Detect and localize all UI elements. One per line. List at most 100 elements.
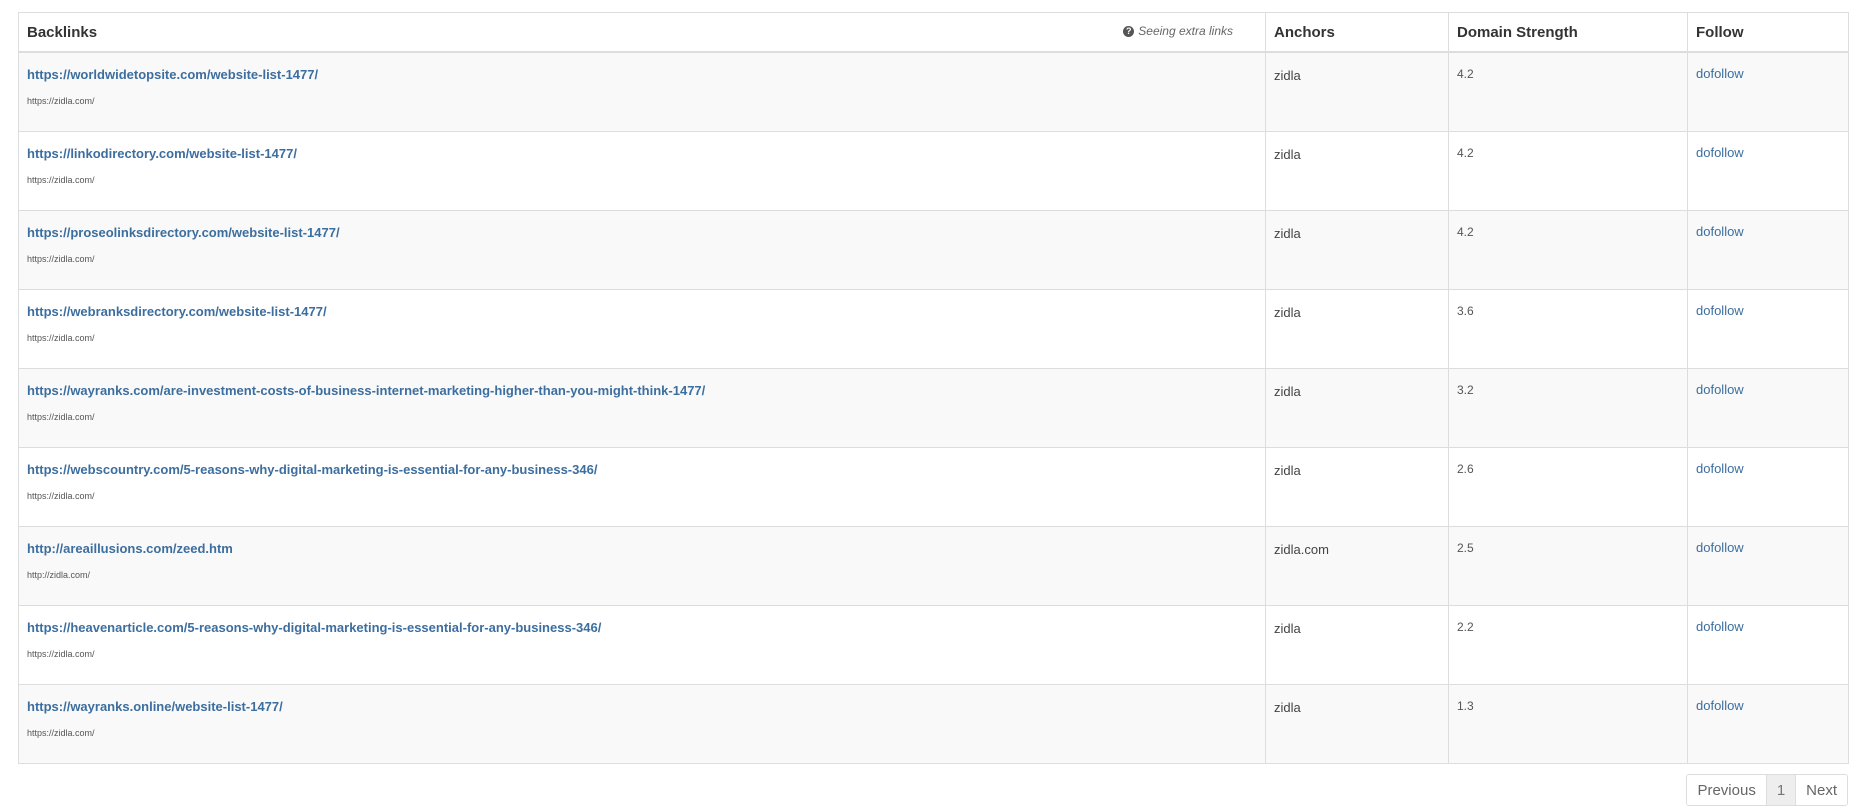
backlink-url[interactable]: http://areaillusions.com/zeed.htm [27, 541, 1257, 556]
header-domain-strength: Domain Strength [1448, 12, 1688, 53]
follow-link[interactable]: dofollow [1696, 145, 1840, 160]
question-circle-icon: ? [1123, 25, 1135, 37]
domain-strength-value: 3.2 [1457, 383, 1474, 397]
table-row: https://wayranks.com/are-investment-cost… [18, 368, 1849, 448]
backlink-cell: https://linkodirectory.com/website-list-… [18, 131, 1266, 211]
follow-link[interactable]: dofollow [1696, 461, 1840, 476]
anchor-text: zidla.com [1274, 542, 1329, 557]
anchor-cell: zidla [1265, 210, 1449, 290]
follow-cell: dofollow [1687, 526, 1849, 606]
backlink-url[interactable]: https://worldwidetopsite.com/website-lis… [27, 67, 1257, 82]
follow-link[interactable]: dofollow [1696, 619, 1840, 634]
anchor-cell: zidla [1265, 289, 1449, 369]
backlink-cell: https://webranksdirectory.com/website-li… [18, 289, 1266, 369]
header-backlinks-label: Backlinks [27, 23, 98, 41]
anchor-text: zidla [1274, 700, 1301, 715]
strength-cell: 2.2 [1448, 605, 1688, 685]
seeing-extra-links[interactable]: ? Seeing extra links [1123, 24, 1233, 38]
table-row: https://heavenarticle.com/5-reasons-why-… [18, 605, 1849, 685]
previous-button[interactable]: Previous [1687, 775, 1766, 805]
anchor-text: zidla [1274, 305, 1301, 320]
domain-strength-value: 2.5 [1457, 541, 1474, 555]
backlink-cell: https://webscountry.com/5-reasons-why-di… [18, 447, 1266, 527]
table-row: https://webscountry.com/5-reasons-why-di… [18, 447, 1849, 527]
header-follow: Follow [1687, 12, 1849, 53]
backlink-url[interactable]: https://heavenarticle.com/5-reasons-why-… [27, 620, 1257, 635]
backlink-cell: https://worldwidetopsite.com/website-lis… [18, 51, 1266, 132]
strength-cell: 3.2 [1448, 368, 1688, 448]
backlink-url[interactable]: https://wayranks.online/website-list-147… [27, 699, 1257, 714]
strength-cell: 4.2 [1448, 131, 1688, 211]
backlink-target: https://zidla.com/ [27, 254, 95, 264]
follow-cell: dofollow [1687, 684, 1849, 764]
backlink-target: https://zidla.com/ [27, 175, 95, 185]
backlink-target: http://zidla.com/ [27, 570, 91, 580]
anchor-cell: zidla [1265, 131, 1449, 211]
anchor-cell: zidla [1265, 605, 1449, 685]
anchor-text: zidla [1274, 68, 1301, 83]
strength-cell: 4.2 [1448, 51, 1688, 132]
table-row: https://wayranks.online/website-list-147… [18, 684, 1849, 764]
pagination: Previous 1 Next [1686, 774, 1848, 806]
backlink-cell: https://proseolinksdirectory.com/website… [18, 210, 1266, 290]
page-1-button[interactable]: 1 [1765, 775, 1796, 805]
table-row: https://worldwidetopsite.com/website-lis… [18, 51, 1849, 132]
strength-cell: 4.2 [1448, 210, 1688, 290]
backlink-target: https://zidla.com/ [27, 333, 95, 343]
anchor-text: zidla [1274, 463, 1301, 478]
backlink-target: https://zidla.com/ [27, 96, 95, 106]
follow-link[interactable]: dofollow [1696, 66, 1840, 81]
anchor-text: zidla [1274, 226, 1301, 241]
follow-cell: dofollow [1687, 289, 1849, 369]
anchor-cell: zidla.com [1265, 526, 1449, 606]
backlinks-panel: Backlinks ? Seeing extra links Anchors D… [18, 12, 1849, 806]
anchor-text: zidla [1274, 384, 1301, 399]
backlink-target: https://zidla.com/ [27, 412, 95, 422]
domain-strength-value: 4.2 [1457, 225, 1474, 239]
backlink-target: https://zidla.com/ [27, 491, 95, 501]
table-header-row: Backlinks ? Seeing extra links Anchors D… [18, 12, 1849, 53]
backlink-url[interactable]: https://linkodirectory.com/website-list-… [27, 146, 1257, 161]
follow-link[interactable]: dofollow [1696, 540, 1840, 555]
domain-strength-value: 2.6 [1457, 462, 1474, 476]
domain-strength-value: 4.2 [1457, 146, 1474, 160]
table-row: https://webranksdirectory.com/website-li… [18, 289, 1849, 369]
follow-cell: dofollow [1687, 131, 1849, 211]
follow-cell: dofollow [1687, 368, 1849, 448]
table-row: https://proseolinksdirectory.com/website… [18, 210, 1849, 290]
anchor-text: zidla [1274, 147, 1301, 162]
follow-link[interactable]: dofollow [1696, 224, 1840, 239]
backlink-cell: https://heavenarticle.com/5-reasons-why-… [18, 605, 1266, 685]
strength-cell: 1.3 [1448, 684, 1688, 764]
anchor-text: zidla [1274, 621, 1301, 636]
backlink-target: https://zidla.com/ [27, 649, 95, 659]
table-row: http://areaillusions.com/zeed.htm http:/… [18, 526, 1849, 606]
domain-strength-value: 2.2 [1457, 620, 1474, 634]
follow-cell: dofollow [1687, 51, 1849, 132]
backlink-url[interactable]: https://wayranks.com/are-investment-cost… [27, 383, 1257, 398]
anchor-cell: zidla [1265, 368, 1449, 448]
backlink-target: https://zidla.com/ [27, 728, 95, 738]
follow-cell: dofollow [1687, 447, 1849, 527]
backlink-cell: https://wayranks.com/are-investment-cost… [18, 368, 1266, 448]
backlink-url[interactable]: https://webscountry.com/5-reasons-why-di… [27, 462, 1257, 477]
follow-link[interactable]: dofollow [1696, 698, 1840, 713]
domain-strength-value: 4.2 [1457, 67, 1474, 81]
backlink-cell: http://areaillusions.com/zeed.htm http:/… [18, 526, 1266, 606]
header-anchors: Anchors [1265, 12, 1449, 53]
follow-cell: dofollow [1687, 605, 1849, 685]
seeing-extra-links-label: Seeing extra links [1138, 24, 1233, 38]
anchor-cell: zidla [1265, 51, 1449, 132]
anchor-cell: zidla [1265, 447, 1449, 527]
backlinks-table: Backlinks ? Seeing extra links Anchors D… [18, 12, 1849, 764]
backlink-url[interactable]: https://webranksdirectory.com/website-li… [27, 304, 1257, 319]
header-backlinks: Backlinks ? Seeing extra links [18, 12, 1266, 53]
next-button[interactable]: Next [1795, 775, 1847, 805]
follow-link[interactable]: dofollow [1696, 382, 1840, 397]
backlink-url[interactable]: https://proseolinksdirectory.com/website… [27, 225, 1257, 240]
domain-strength-value: 1.3 [1457, 699, 1474, 713]
backlink-cell: https://wayranks.online/website-list-147… [18, 684, 1266, 764]
anchor-cell: zidla [1265, 684, 1449, 764]
domain-strength-value: 3.6 [1457, 304, 1474, 318]
follow-link[interactable]: dofollow [1696, 303, 1840, 318]
